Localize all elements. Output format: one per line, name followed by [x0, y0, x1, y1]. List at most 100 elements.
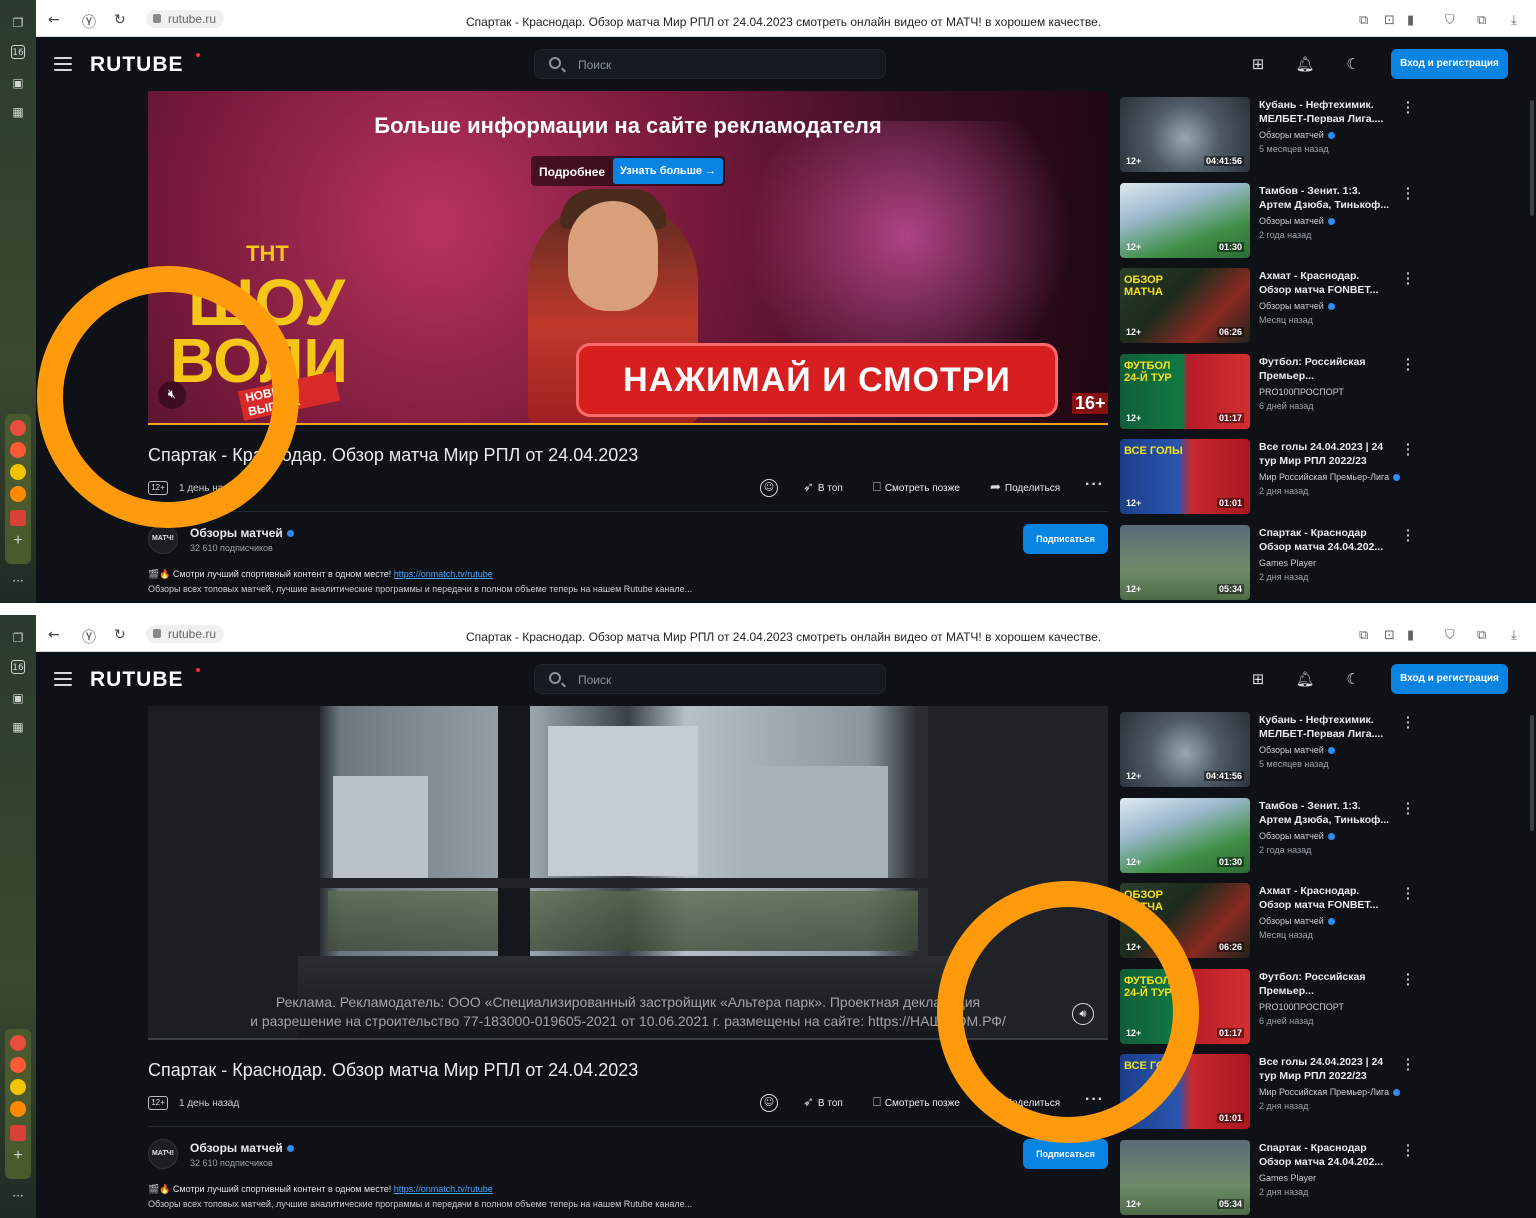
kebab-menu-icon[interactable]: · · ·	[1406, 796, 1411, 820]
recommendation-channel[interactable]: Обзоры матчей	[1259, 745, 1335, 755]
moon-icon[interactable]: ☾	[1343, 669, 1363, 689]
tabs-icon[interactable]: ❐	[9, 16, 27, 30]
apps-grid-icon[interactable]: ▦	[9, 720, 27, 734]
ad-more-label[interactable]: Подробнее	[539, 165, 605, 179]
recommendation-card[interactable]: ОБЗОР МАТЧА 12+ 06:26 Ахмат - Краснодар. Об…	[1120, 266, 1420, 346]
subscribe-button[interactable]: Подписаться	[1023, 524, 1108, 554]
reaction-icon[interactable]: ☺	[760, 479, 778, 497]
reader-icon[interactable]: ⧉	[1359, 13, 1368, 28]
bell-icon[interactable]: 🔔︎	[1295, 669, 1315, 689]
ad-cta-banner[interactable]: НАЖИМАЙ И СМОТРИ	[576, 343, 1058, 417]
kebab-menu-icon[interactable]: · · ·	[1406, 266, 1411, 290]
top-button[interactable]: ➶ В топ	[803, 480, 843, 496]
upload-icon[interactable]: ⊞	[1248, 54, 1268, 74]
recommendation-channel[interactable]: Games Player	[1259, 1173, 1316, 1183]
kebab-menu-icon[interactable]: · · ·	[1406, 437, 1411, 461]
search-input[interactable]: Поиск	[534, 664, 886, 694]
add-icon[interactable]: +	[10, 533, 26, 550]
upload-icon[interactable]: ⊞	[1248, 669, 1268, 689]
apps-grid-icon[interactable]: ▦	[9, 105, 27, 119]
recommendation-title[interactable]: Кубань - Нефтехимик. МЕЛБЕТ-Первая Лига.…	[1259, 98, 1407, 126]
login-button[interactable]: Вход и регистрация	[1391, 49, 1508, 79]
recommendation-channel[interactable]: Обзоры матчей	[1259, 301, 1335, 311]
shield-icon[interactable]: ⛉	[1445, 628, 1455, 643]
recommendation-card[interactable]: ФУТБОЛ 24-Й ТУР 12+ 01:17 Футбол: Российска…	[1120, 352, 1420, 432]
kebab-menu-icon[interactable]: · · ·	[1406, 352, 1411, 376]
scrollbar[interactable]	[1530, 715, 1534, 831]
kebab-menu-icon[interactable]: · · ·	[1406, 181, 1411, 205]
video-thumbnail[interactable]: 12+ 01:30	[1120, 182, 1250, 258]
recommendation-card[interactable]: 12+ 01:30 Тамбов - Зенит. 1:3. Артем Дзюба…	[1120, 796, 1420, 876]
description-link[interactable]: https://onmatch.tv/rutube	[394, 569, 493, 579]
app-icon[interactable]	[10, 464, 26, 480]
video-thumbnail[interactable]: ВСЕ ГОЛЫ 12+ 01:01	[1120, 439, 1250, 514]
app-icon[interactable]	[10, 486, 26, 502]
kebab-menu-icon[interactable]: · · ·	[1406, 1052, 1411, 1076]
recommendation-channel[interactable]: Обзоры матчей	[1259, 831, 1335, 841]
menu-icon[interactable]	[54, 672, 72, 686]
app-icon[interactable]	[10, 1035, 26, 1051]
more-icon[interactable]: ···	[9, 574, 27, 588]
rutube-logo[interactable]: RUTUBE	[90, 668, 184, 692]
menu-icon[interactable]	[54, 57, 72, 71]
translate-icon[interactable]: ⊡	[1384, 13, 1395, 28]
yandex-icon[interactable]: Ⓨ	[82, 12, 96, 32]
mail-icon[interactable]	[10, 1125, 26, 1141]
video-thumbnail[interactable]: 12+ 05:34	[1120, 524, 1250, 600]
kebab-menu-icon[interactable]: · · ·	[1406, 523, 1411, 547]
recommendation-card[interactable]: 12+ 01:30 Тамбов - Зенит. 1:3. Артем Дзюба…	[1120, 181, 1420, 261]
video-thumbnail[interactable]: 12+ 04:41:56	[1120, 712, 1250, 787]
address-bar[interactable]: rutube.ru	[146, 10, 225, 28]
app-icon[interactable]	[10, 1079, 26, 1095]
recommendation-card[interactable]: 12+ 05:34 Спартак - Краснодар Обзор матча …	[1120, 523, 1420, 603]
recommendation-channel[interactable]: Мир Российская Премьер-Лига	[1259, 1087, 1401, 1097]
recommendation-channel[interactable]: Games Player	[1259, 558, 1316, 568]
kebab-menu-icon[interactable]: · · ·	[1406, 95, 1411, 119]
extensions-icon[interactable]: ⧉	[1477, 13, 1486, 28]
recommendation-channel[interactable]: Обзоры матчей	[1259, 916, 1335, 926]
video-thumbnail[interactable]: 12+ 05:34	[1120, 1139, 1250, 1215]
kebab-menu-icon[interactable]: · · ·	[1406, 710, 1411, 734]
scrollbar[interactable]	[1530, 100, 1534, 216]
login-button[interactable]: Вход и регистрация	[1391, 664, 1508, 694]
recommendation-title[interactable]: Кубань - Нефтехимик. МЕЛБЕТ-Первая Лига.…	[1259, 713, 1407, 741]
app-icon[interactable]	[10, 1057, 26, 1073]
recommendation-title[interactable]: Футбол: Российская Премьер...	[1259, 355, 1407, 383]
recommendation-title[interactable]: Спартак - Краснодар Обзор матча 24.04.20…	[1259, 526, 1407, 554]
back-icon[interactable]: ←	[48, 627, 60, 643]
recommendation-title[interactable]: Тамбов - Зенит. 1:3. Артем Дзюба, Тинько…	[1259, 799, 1407, 827]
subscribe-button[interactable]: Подписаться	[1023, 1139, 1108, 1169]
moon-icon[interactable]: ☾	[1343, 54, 1363, 74]
back-icon[interactable]: ←	[48, 12, 60, 28]
app-icon[interactable]	[10, 442, 26, 458]
bell-icon[interactable]: 🔔︎	[1295, 54, 1315, 74]
channel-name[interactable]: Обзоры матчей	[190, 1141, 294, 1155]
recommendation-title[interactable]: Все голы 24.04.2023 | 24 тур Мир РПЛ 202…	[1259, 440, 1407, 468]
extensions-icon[interactable]: ⧉	[1477, 628, 1486, 643]
recommendation-title[interactable]: Футбол: Российская Премьер...	[1259, 970, 1407, 998]
recommendation-channel[interactable]: PRO100ПРОСПОРТ	[1259, 387, 1344, 397]
description-link[interactable]: https://onmatch.tv/rutube	[394, 1184, 493, 1194]
recommendation-title[interactable]: Спартак - Краснодар Обзор матча 24.04.20…	[1259, 1141, 1407, 1169]
address-bar[interactable]: rutube.ru	[146, 625, 225, 643]
search-input[interactable]: Поиск	[534, 49, 886, 79]
video-thumbnail[interactable]: 12+ 01:30	[1120, 797, 1250, 873]
download-icon[interactable]: ⤓	[1511, 13, 1517, 28]
app-icon[interactable]	[10, 1101, 26, 1117]
translate-icon[interactable]: ⊡	[1384, 628, 1395, 643]
recommendation-card[interactable]: 12+ 04:41:56 Кубань - Нефтехимик. МЕЛБЕТ-П…	[1120, 710, 1420, 790]
recommendation-channel[interactable]: Обзоры матчей	[1259, 130, 1335, 140]
add-icon[interactable]: +	[10, 1148, 26, 1165]
reload-icon[interactable]: ↻	[114, 12, 126, 28]
yandex-icon[interactable]: Ⓨ	[82, 627, 96, 647]
shield-icon[interactable]: ⛉	[1445, 13, 1455, 28]
channel-avatar[interactable]: МАТЧ!	[148, 1139, 178, 1169]
recommendation-title[interactable]: Все голы 24.04.2023 | 24 тур Мир РПЛ 202…	[1259, 1055, 1407, 1083]
bookmark-icon[interactable]: ▮	[1407, 13, 1414, 28]
bookmark-icon[interactable]: ▮	[1407, 628, 1414, 643]
recommendation-card[interactable]: 12+ 04:41:56 Кубань - Нефтехимик. МЕЛБЕТ-П…	[1120, 95, 1420, 175]
recommendation-title[interactable]: Ахмат - Краснодар. Обзор матча FONBET...	[1259, 269, 1407, 297]
channel-avatar[interactable]: МАТЧ!	[148, 524, 178, 554]
reload-icon[interactable]: ↻	[114, 627, 126, 643]
kebab-menu-icon[interactable]: · · ·	[1406, 1138, 1411, 1162]
